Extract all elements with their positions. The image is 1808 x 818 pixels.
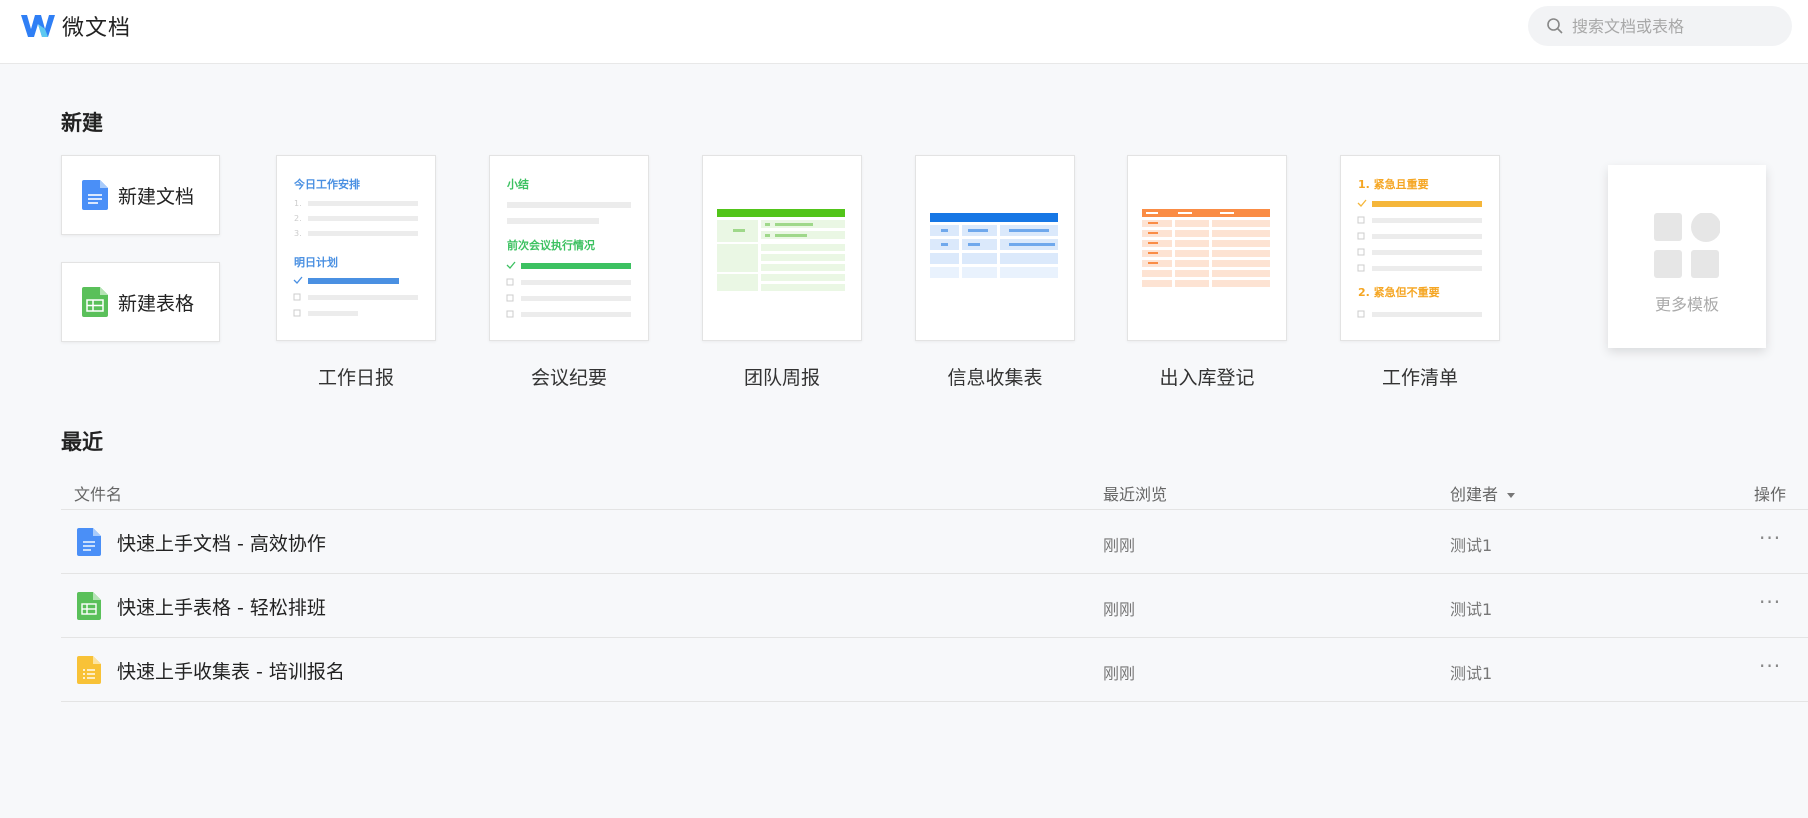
template-label: 出入库登记 <box>1159 367 1255 389</box>
column-header-name: 文件名 <box>74 485 123 504</box>
template-info-collection[interactable]: 信息收集表 <box>915 155 1075 390</box>
form-file-icon <box>77 656 101 684</box>
file-owner: 测试1 <box>1450 664 1493 683</box>
search-icon <box>1547 18 1563 34</box>
template-label: 团队周报 <box>743 367 820 389</box>
search-input[interactable] <box>1572 16 1772 36</box>
template-meeting-minutes[interactable]: 小结 前次会议执行情况 会议纪要 <box>489 155 649 390</box>
recent-files-table: 文件名 最近浏览 创建者 操作 快速上手文档 - 高效协作 刚刚 测试1 ···… <box>61 470 1808 702</box>
table-row[interactable]: 快速上手表格 - 轻松排班 刚刚 测试1 ··· <box>61 574 1808 638</box>
table-header: 文件名 最近浏览 创建者 操作 <box>61 470 1808 510</box>
template-inventory-log[interactable]: 出入库登记 <box>1127 155 1287 390</box>
template-label: 工作清单 <box>1381 367 1458 389</box>
file-owner: 测试1 <box>1450 600 1493 619</box>
template-preview: 小结 前次会议执行情况 <box>489 155 649 341</box>
app-name: 微文档 <box>62 16 132 41</box>
more-actions-icon[interactable]: ··· <box>1759 590 1781 614</box>
new-doc-label: 新建文档 <box>118 185 195 208</box>
svg-text:3.: 3. <box>294 229 302 238</box>
svg-text:2.: 2. <box>294 214 302 223</box>
svg-text:1.: 1. <box>294 199 302 208</box>
column-header-viewed[interactable]: 最近浏览 <box>1103 481 1167 505</box>
column-header-owner[interactable]: 创建者 <box>1450 481 1516 505</box>
table-row[interactable]: 快速上手收集表 - 培训报名 刚刚 测试1 ··· <box>61 638 1808 702</box>
preview-table <box>1142 209 1270 287</box>
preview-subheading: 2. 紧急但不重要 <box>1358 286 1440 299</box>
sheet-file-icon <box>77 592 101 620</box>
app-logo[interactable]: 微文档 <box>20 11 131 41</box>
new-doc-button[interactable]: 新建文档 <box>61 155 220 235</box>
file-viewed-time: 刚刚 <box>1103 664 1136 683</box>
template-work-checklist[interactable]: 1. 紧急且重要 2. 紧急但不重要 工作清单 <box>1340 155 1500 390</box>
template-preview <box>702 155 862 341</box>
template-label: 工作日报 <box>317 367 394 389</box>
file-viewed-time: 刚刚 <box>1103 600 1136 619</box>
preview-subheading: 明日计划 <box>294 256 338 269</box>
template-daily-report[interactable]: 今日工作安排 1. 2. 3. 明日计划 工作日报 <box>276 155 436 390</box>
template-preview: 1. 紧急且重要 2. 紧急但不重要 <box>1340 155 1500 341</box>
column-header-owner-label: 创建者 <box>1450 485 1499 504</box>
search-box[interactable] <box>1528 6 1792 46</box>
preview-table <box>717 209 845 291</box>
caret-down-icon <box>1507 492 1516 498</box>
template-preview <box>915 155 1075 341</box>
file-name[interactable]: 快速上手收集表 - 培训报名 <box>117 657 345 684</box>
template-preview <box>1127 155 1287 341</box>
recent-section-title: 最近 <box>61 430 103 454</box>
template-preview: 今日工作安排 1. 2. 3. 明日计划 <box>276 155 436 341</box>
new-sheet-button[interactable]: 新建表格 <box>61 262 220 342</box>
more-actions-icon[interactable]: ··· <box>1759 654 1781 678</box>
doc-file-icon <box>77 528 101 556</box>
sheet-file-icon <box>82 287 108 317</box>
column-header-actions: 操作 <box>1754 485 1787 504</box>
template-team-weekly[interactable]: 团队周报 <box>702 155 862 390</box>
grid-icon <box>1654 213 1720 278</box>
template-label: 会议纪要 <box>530 367 607 389</box>
file-owner: 测试1 <box>1450 536 1493 555</box>
more-actions-icon[interactable]: ··· <box>1759 526 1781 550</box>
table-row[interactable]: 快速上手文档 - 高效协作 刚刚 测试1 ··· <box>61 510 1808 574</box>
preview-table <box>930 213 1058 278</box>
more-templates-card[interactable]: 更多模板 <box>1608 165 1766 348</box>
doc-file-icon <box>82 180 108 210</box>
file-name[interactable]: 快速上手文档 - 高效协作 <box>117 529 326 556</box>
template-label: 信息收集表 <box>947 367 1043 389</box>
preview-lines <box>1357 199 1482 318</box>
top-bar: 微文档 <box>0 0 1808 64</box>
new-section-title: 新建 <box>61 111 103 135</box>
more-templates-label: 更多模板 <box>1654 295 1719 314</box>
file-viewed-time: 刚刚 <box>1103 536 1136 555</box>
logo-w-icon <box>21 15 55 37</box>
preview-lines: 1. 2. 3. <box>293 199 418 317</box>
preview-subheading: 前次会议执行情况 <box>507 239 595 252</box>
file-name[interactable]: 快速上手表格 - 轻松排班 <box>117 593 326 620</box>
new-sheet-label: 新建表格 <box>118 292 195 315</box>
